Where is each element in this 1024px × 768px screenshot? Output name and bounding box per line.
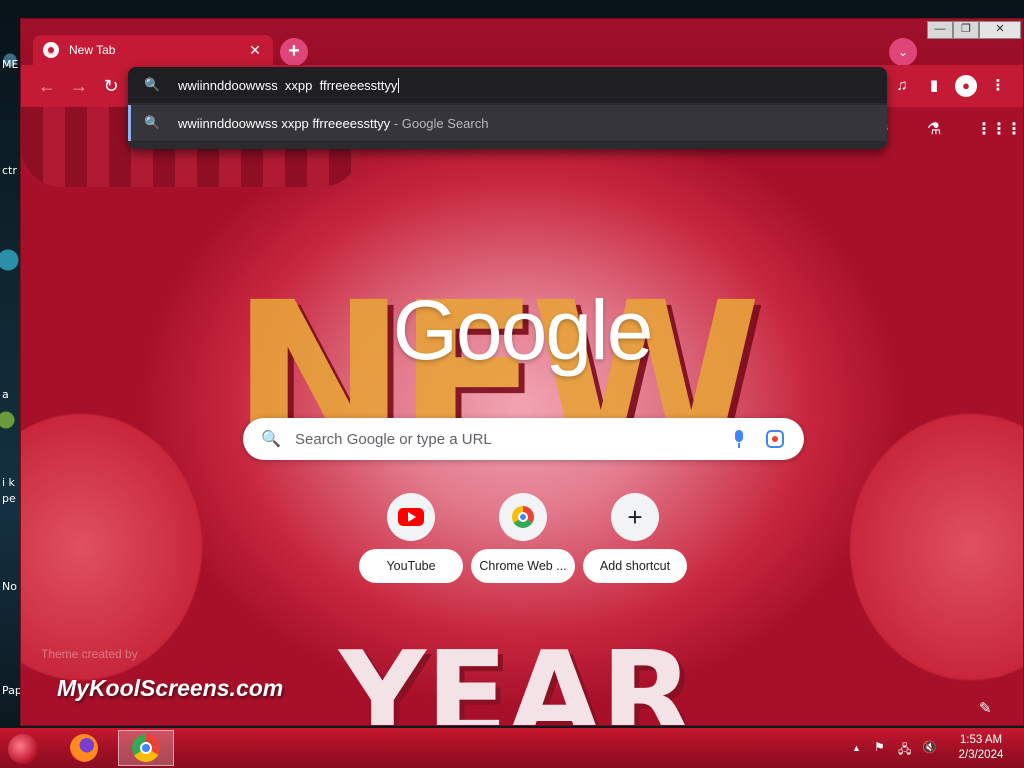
omnibox-suggestion[interactable]: 🔍 wwiinnddoowwss xxpp ffrreeeessttyy - G… bbox=[128, 105, 887, 141]
tab-strip: New Tab ✕ + ⌄ — ❐ ✕ bbox=[21, 19, 1023, 66]
start-button[interactable] bbox=[8, 734, 38, 764]
shortcut-youtube[interactable]: YouTube bbox=[359, 493, 463, 585]
volume-muted-icon[interactable]: 🔇 bbox=[922, 740, 937, 754]
shortcut-label: YouTube bbox=[359, 549, 463, 583]
theme-year-text: YEAR bbox=[339, 627, 694, 726]
back-button[interactable]: ← bbox=[35, 74, 59, 98]
close-window-button[interactable]: ✕ bbox=[979, 21, 1021, 39]
taskbar-chrome[interactable] bbox=[118, 730, 174, 766]
tab-new-tab[interactable]: New Tab ✕ bbox=[33, 35, 273, 65]
search-icon: 🔍 bbox=[261, 431, 281, 448]
firefox-icon bbox=[70, 734, 98, 762]
chrome-favicon-icon bbox=[43, 42, 59, 58]
plus-icon: + bbox=[627, 502, 643, 532]
google-lens-icon[interactable] bbox=[766, 430, 784, 448]
google-logo: Google bbox=[392, 283, 654, 377]
ntp-search-box[interactable]: 🔍 Search Google or type a URL bbox=[243, 418, 804, 460]
action-center-flag-icon[interactable]: ⚑ bbox=[874, 740, 885, 754]
desktop-icon-label[interactable]: No bbox=[2, 580, 17, 593]
shortcut-label: Add shortcut bbox=[583, 549, 687, 583]
omnibox-value: wwiinnddoowwss xxpp ffrreeeessttyy bbox=[178, 77, 398, 93]
shortcut-add[interactable]: + Add shortcut bbox=[583, 493, 687, 585]
text-caret bbox=[398, 77, 400, 93]
shortcut-chrome-web-store[interactable]: Chrome Web ... bbox=[471, 493, 575, 585]
desktop-icon-label[interactable]: ME bbox=[2, 58, 18, 71]
shortcut-label: Chrome Web ... bbox=[471, 549, 575, 583]
desktop-icon-label[interactable]: a bbox=[2, 388, 9, 401]
maximize-button[interactable]: ❐ bbox=[953, 21, 979, 39]
taskbar-firefox[interactable] bbox=[56, 730, 112, 766]
search-placeholder: Search Google or type a URL bbox=[295, 430, 492, 448]
chrome-window: New Tab ✕ + ⌄ — ❐ ✕ ← → ↻ ♫ ▮ ● ⋮ 🔍 wwii… bbox=[20, 18, 1024, 726]
desktop-icon-label[interactable]: i k bbox=[2, 476, 15, 489]
taskbar: ▲ ⚑ 🖧 🔇 1:53 AM 2/3/2024 bbox=[0, 728, 1024, 768]
clock-time: 1:53 AM bbox=[959, 734, 1003, 746]
search-icon: 🔍 bbox=[144, 115, 161, 130]
tab-title: New Tab bbox=[69, 43, 116, 57]
desktop-icon-label[interactable]: pe bbox=[2, 492, 16, 505]
apps-grid-icon[interactable]: ⋮⋮⋮ bbox=[976, 119, 1022, 139]
shortcut-tile bbox=[387, 493, 435, 541]
theme-credit: Theme created by bbox=[41, 647, 138, 661]
minimize-button[interactable]: — bbox=[927, 21, 953, 39]
shortcut-tile: + bbox=[611, 493, 659, 541]
pencil-icon[interactable]: ✎ bbox=[979, 699, 992, 717]
suggestion-text: wwiinnddoowwss xxpp ffrreeeessttyy bbox=[178, 115, 391, 131]
new-tab-page: NEW YEAR ges ⚗ ⋮⋮⋮ Google 🔍 Search Googl… bbox=[21, 107, 1023, 726]
clock-date: 2/3/2024 bbox=[958, 749, 1004, 761]
desktop-icon-label[interactable]: ctr bbox=[2, 164, 17, 177]
kebab-menu-icon[interactable]: ⋮ bbox=[987, 75, 1009, 97]
new-tab-button[interactable]: + bbox=[280, 38, 308, 66]
tray-expand-icon[interactable]: ▲ bbox=[852, 743, 861, 753]
tab-search-button[interactable]: ⌄ bbox=[889, 38, 917, 66]
youtube-icon bbox=[398, 508, 424, 526]
shortcut-tile bbox=[499, 493, 547, 541]
omnibox-dropdown: 🔍 wwiinnddoowwss xxpp ffrreeeessttyy 🔍 w… bbox=[128, 67, 887, 149]
desktop-icon-label[interactable]: Pap bbox=[2, 684, 22, 697]
theme-brand-link[interactable]: MyKoolScreens.com bbox=[57, 675, 283, 702]
network-icon[interactable]: 🖧 bbox=[898, 740, 911, 761]
microphone-icon[interactable] bbox=[730, 429, 748, 449]
tab-close-icon[interactable]: ✕ bbox=[247, 42, 263, 59]
omnibox-input[interactable]: 🔍 wwiinnddoowwss xxpp ffrreeeessttyy bbox=[128, 67, 887, 103]
media-controls-icon[interactable]: ♫ bbox=[891, 75, 913, 97]
search-icon: 🔍 bbox=[144, 77, 161, 92]
reload-button[interactable]: ↻ bbox=[99, 74, 123, 98]
suggestion-source: - Google Search bbox=[390, 115, 489, 131]
system-clock[interactable]: 1:53 AM 2/3/2024 bbox=[952, 733, 1010, 763]
chrome-icon bbox=[132, 734, 160, 762]
chrome-web-store-icon bbox=[512, 506, 534, 528]
labs-icon[interactable]: ⚗ bbox=[927, 119, 941, 139]
profile-avatar-icon[interactable]: ● bbox=[955, 75, 977, 97]
forward-button[interactable]: → bbox=[67, 74, 91, 98]
side-panel-icon[interactable]: ▮ bbox=[923, 75, 945, 97]
